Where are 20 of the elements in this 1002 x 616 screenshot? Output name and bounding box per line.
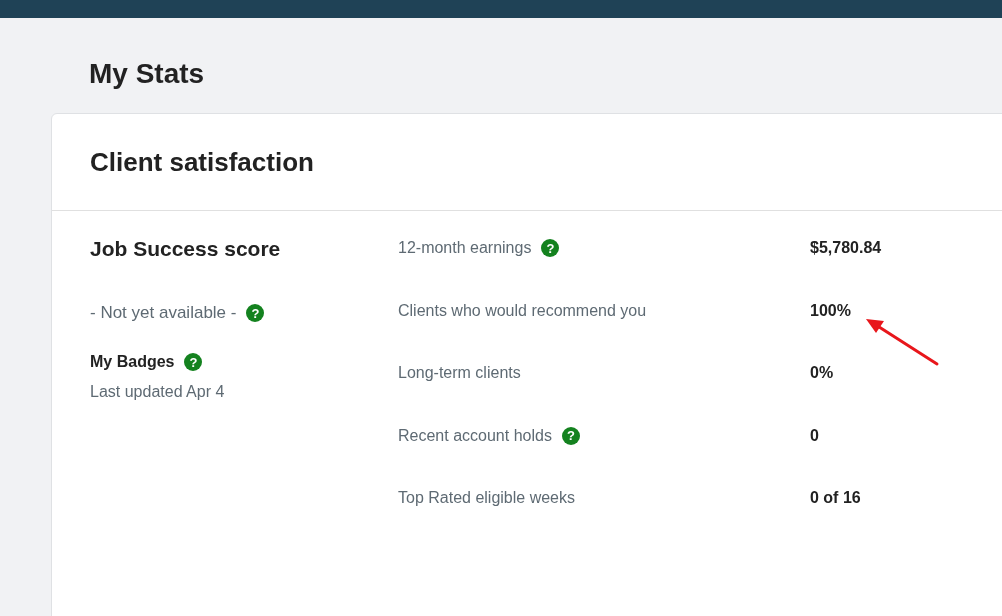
- stat-label: 12-month earnings: [398, 239, 532, 257]
- stat-value: 0%: [810, 364, 834, 382]
- stat-label: Recent account holds: [398, 426, 552, 445]
- stat-value: 0: [810, 426, 819, 445]
- stat-value: 100%: [810, 301, 851, 320]
- updated-text: Last updated Apr 4: [90, 383, 226, 401]
- stat-label: Clients who would recommend you: [398, 301, 647, 320]
- section-title: Job Success score: [90, 237, 282, 262]
- stat-label: Long-term clients: [398, 364, 521, 382]
- status-text: - Not yet available -: [90, 303, 237, 323]
- card-title: Client satisfaction: [90, 146, 314, 178]
- stat-label: Top Rated eligible weeks: [398, 489, 575, 507]
- help-icon[interactable]: ?: [184, 353, 203, 371]
- page-title: My Stats: [89, 57, 206, 91]
- help-icon[interactable]: ?: [246, 304, 265, 322]
- stat-value: $5,780.84: [810, 239, 882, 257]
- badges-title: My Badges: [90, 353, 175, 371]
- stat-value: 0 of 16: [810, 489, 861, 507]
- help-icon[interactable]: ?: [561, 426, 580, 445]
- help-icon[interactable]: ?: [541, 239, 560, 257]
